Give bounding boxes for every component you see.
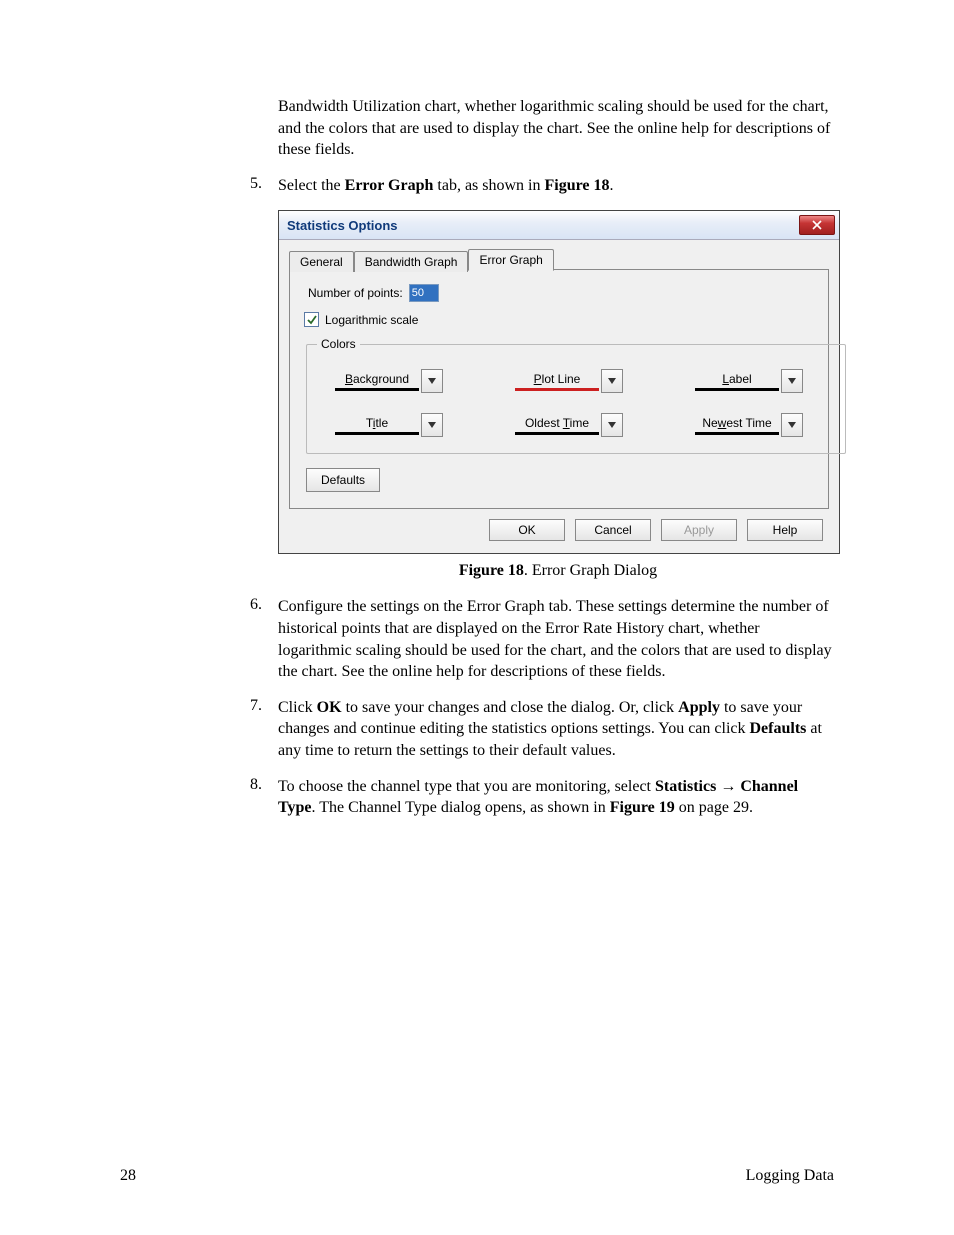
- dialog-title: Statistics Options: [287, 218, 799, 233]
- step7-number: 7.: [250, 697, 278, 762]
- figure-caption: Figure 18. Error Graph Dialog: [278, 562, 838, 580]
- num-points-input[interactable]: 50: [409, 284, 439, 302]
- color-newest-time-label: Newest Time: [695, 416, 779, 435]
- dialog-titlebar[interactable]: Statistics Options: [279, 211, 839, 240]
- defaults-button[interactable]: Defaults: [306, 468, 380, 492]
- color-newest-time-dropdown[interactable]: [781, 413, 803, 437]
- tab-error-graph[interactable]: Error Graph: [468, 249, 553, 271]
- step5-text: Select the Error Graph tab, as shown in …: [278, 175, 834, 197]
- color-title-label: Title: [335, 416, 419, 435]
- color-label-label: Label: [695, 372, 779, 391]
- color-plotline-dropdown[interactable]: [601, 369, 623, 393]
- colors-group: Colors Background: [306, 337, 846, 454]
- step6-text: Configure the settings on the Error Grap…: [278, 596, 834, 682]
- step7-text: Click OK to save your changes and close …: [278, 697, 834, 762]
- color-oldest-time-dropdown[interactable]: [601, 413, 623, 437]
- step8-text: To choose the channel type that you are …: [278, 776, 834, 819]
- chevron-down-icon: [608, 422, 616, 428]
- chevron-down-icon: [788, 378, 796, 384]
- color-background-swatch: [335, 388, 419, 391]
- tab-general[interactable]: General: [289, 251, 354, 272]
- color-oldest-time-swatch: [515, 432, 599, 435]
- color-plotline-label: Plot Line: [515, 372, 599, 391]
- color-background-label: Background: [335, 372, 419, 391]
- chevron-down-icon: [788, 422, 796, 428]
- color-newest-time-swatch: [695, 432, 779, 435]
- check-icon: [307, 315, 317, 325]
- num-points-label: Number of points:: [308, 286, 403, 300]
- intro-paragraph: Bandwidth Utilization chart, whether log…: [278, 96, 834, 161]
- ok-button[interactable]: OK: [489, 519, 565, 541]
- help-button[interactable]: Help: [747, 519, 823, 541]
- apply-button: Apply: [661, 519, 737, 541]
- step5-number: 5.: [250, 175, 278, 197]
- color-oldest-time-label: Oldest Time: [515, 416, 599, 435]
- color-label-swatch: [695, 388, 779, 391]
- cancel-button[interactable]: Cancel: [575, 519, 651, 541]
- color-title-dropdown[interactable]: [421, 413, 443, 437]
- log-scale-label[interactable]: Logarithmic scale: [325, 313, 418, 327]
- color-plotline-swatch: [515, 388, 599, 391]
- section-title: Logging Data: [746, 1167, 834, 1185]
- step6-number: 6.: [250, 596, 278, 682]
- tab-bandwidth-graph[interactable]: Bandwidth Graph: [354, 251, 469, 272]
- color-title-swatch: [335, 432, 419, 435]
- tab-row: General Bandwidth Graph Error Graph: [289, 248, 829, 270]
- close-icon: [812, 220, 822, 230]
- color-label-dropdown[interactable]: [781, 369, 803, 393]
- color-background-dropdown[interactable]: [421, 369, 443, 393]
- colors-legend: Colors: [317, 337, 360, 351]
- log-scale-checkbox[interactable]: [304, 312, 319, 327]
- close-button[interactable]: [799, 215, 835, 235]
- chevron-down-icon: [428, 378, 436, 384]
- chevron-down-icon: [428, 422, 436, 428]
- statistics-options-dialog: Statistics Options General Bandwidth Gra…: [278, 210, 840, 554]
- step8-number: 8.: [250, 776, 278, 819]
- chevron-down-icon: [608, 378, 616, 384]
- page-number: 28: [120, 1167, 136, 1185]
